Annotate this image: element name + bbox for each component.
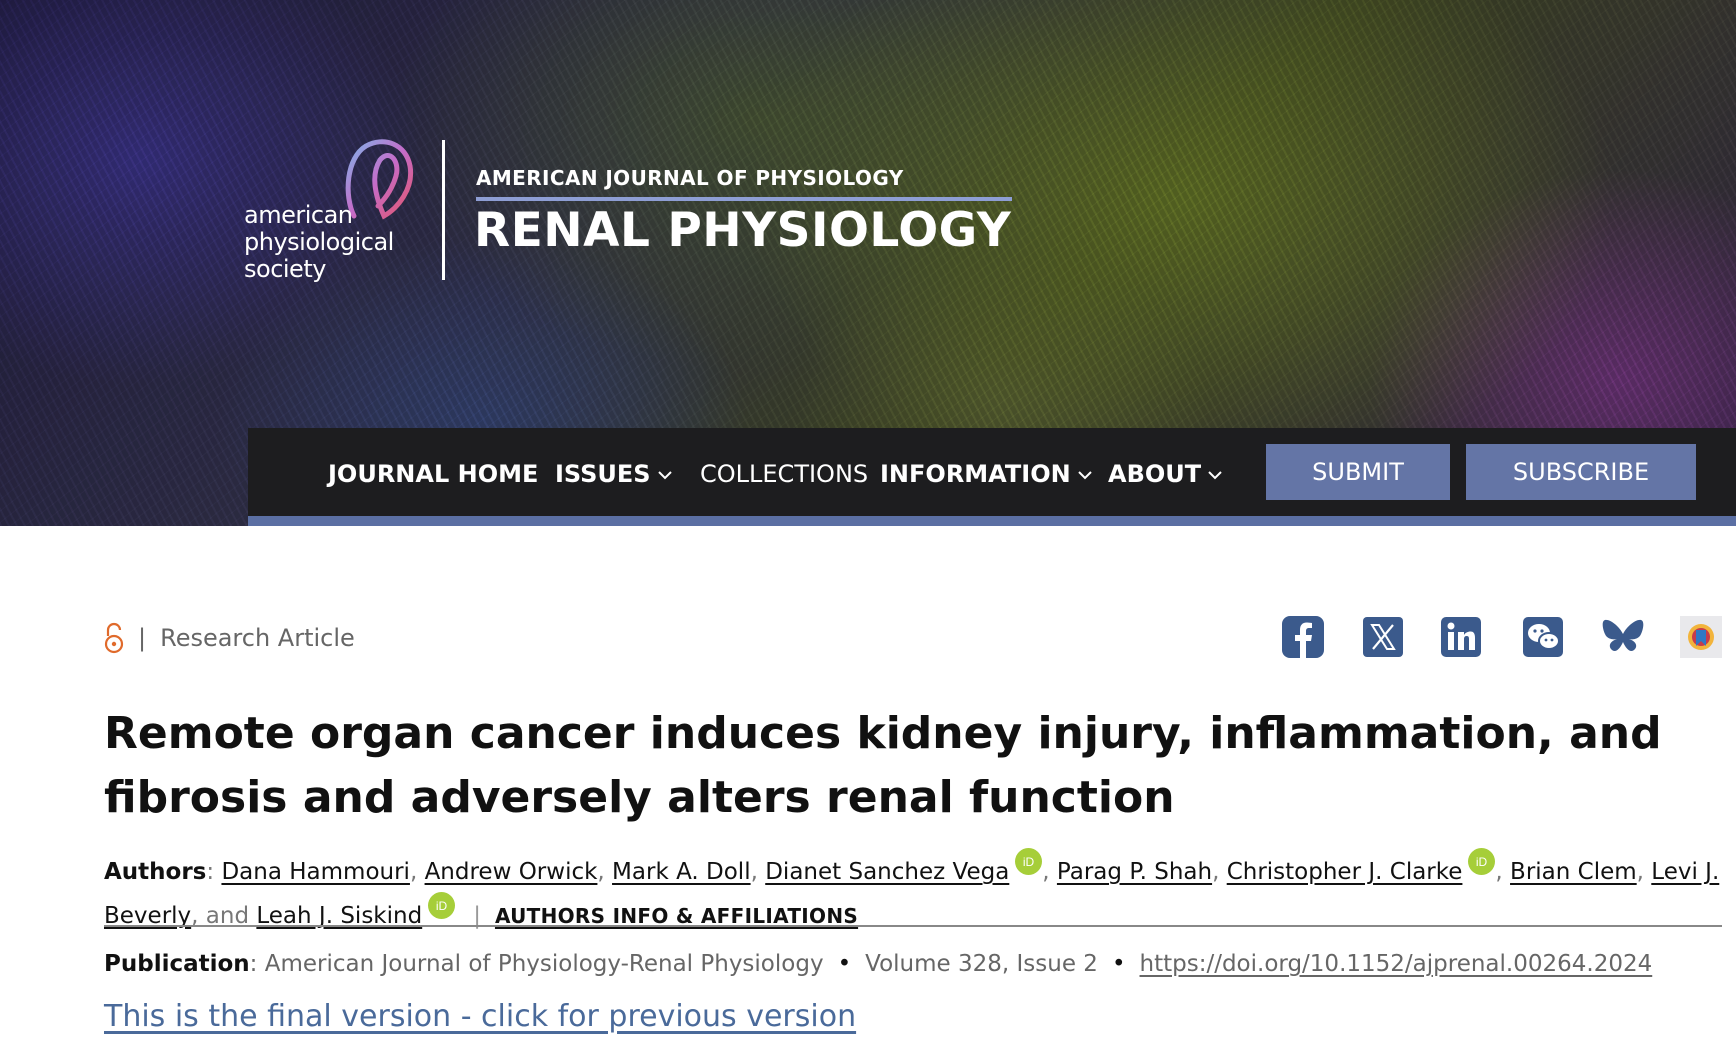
- submit-button-label: SUBMIT: [1312, 458, 1404, 486]
- svg-text:iD: iD: [436, 899, 448, 913]
- orcid-icon[interactable]: iD: [1468, 848, 1496, 875]
- nav-about-label: ABOUT: [1108, 460, 1202, 488]
- wechat-icon[interactable]: [1520, 614, 1566, 660]
- publication-label: Publication: [104, 951, 250, 977]
- author-link[interactable]: Andrew Orwick: [425, 859, 598, 885]
- orcid-icon[interactable]: iD: [428, 892, 456, 919]
- nav-journal-home-label: JOURNAL HOME: [328, 460, 539, 488]
- svg-text:iD: iD: [1476, 855, 1488, 869]
- publication-line: Publication: American Journal of Physiol…: [104, 951, 1653, 977]
- chevron-down-icon: [1077, 471, 1092, 480]
- facebook-icon[interactable]: [1280, 614, 1326, 660]
- article-title: Remote organ cancer induces kidney injur…: [104, 708, 1662, 823]
- chevron-down-icon: [657, 471, 672, 480]
- submit-button[interactable]: SUBMIT: [1266, 444, 1450, 500]
- nav-collections[interactable]: COLLECTIONS: [700, 456, 868, 492]
- author-link[interactable]: Dianet Sanchez Vega: [765, 859, 1009, 885]
- subscribe-button[interactable]: SUBSCRIBE: [1466, 444, 1696, 500]
- volume-issue: Volume 328, Issue 2: [865, 951, 1098, 977]
- nav-information-label: INFORMATION: [880, 460, 1071, 488]
- nav-accent-bar: [248, 516, 1736, 526]
- logo-divider: [442, 140, 445, 280]
- bluesky-icon[interactable]: [1600, 614, 1646, 660]
- nav-about[interactable]: ABOUT: [1108, 456, 1223, 492]
- author-link[interactable]: Brian Clem: [1510, 859, 1637, 885]
- author-list: Authors: Dana Hammouri, Andrew Orwick, M…: [104, 848, 1724, 936]
- author-link[interactable]: Mark A. Doll: [612, 859, 751, 885]
- orcid-icon[interactable]: iD: [1015, 848, 1043, 875]
- doi-link[interactable]: https://doi.org/10.1152/ajprenal.00264.2…: [1140, 951, 1653, 977]
- open-lock-icon: [104, 622, 124, 654]
- chevron-down-icon: [1208, 471, 1222, 480]
- nav-collections-label: COLLECTIONS: [700, 460, 869, 488]
- nav-information[interactable]: INFORMATION: [880, 456, 1093, 492]
- author-link[interactable]: Parag P. Shah: [1057, 859, 1212, 885]
- aps-logo[interactable]: american physiological society: [244, 136, 424, 286]
- header-divider: [104, 925, 1722, 927]
- nav-issues-label: ISSUES: [555, 460, 651, 488]
- aps-logo-text: american physiological society: [244, 201, 394, 283]
- linkedin-icon[interactable]: [1438, 614, 1484, 660]
- svg-text:iD: iD: [1023, 855, 1035, 869]
- article-access-row: | Research Article: [104, 620, 355, 656]
- journal-title-rule: [476, 197, 1012, 201]
- previous-version-link[interactable]: This is the final version - click for pr…: [104, 996, 856, 1038]
- author-link[interactable]: Christopher J. Clarke: [1227, 859, 1463, 885]
- access-separator: |: [138, 624, 147, 652]
- nav-issues[interactable]: ISSUES: [555, 456, 673, 492]
- main-nav: JOURNAL HOME ISSUES COLLECTIONS INFORMAT…: [248, 428, 1736, 520]
- journal-overline: AMERICAN JOURNAL OF PHYSIOLOGY: [476, 166, 904, 190]
- nav-journal-home[interactable]: JOURNAL HOME: [328, 456, 538, 492]
- mendeley-icon[interactable]: [1678, 614, 1724, 660]
- journal-name[interactable]: RENAL PHYSIOLOGY: [474, 203, 1011, 258]
- x-twitter-icon[interactable]: [1360, 614, 1406, 660]
- authors-label: Authors: [104, 859, 207, 885]
- article-type: Research Article: [160, 624, 355, 652]
- publication-journal: American Journal of Physiology-Renal Phy…: [264, 951, 824, 977]
- subscribe-button-label: SUBSCRIBE: [1512, 458, 1650, 486]
- author-link[interactable]: Dana Hammouri: [221, 859, 409, 885]
